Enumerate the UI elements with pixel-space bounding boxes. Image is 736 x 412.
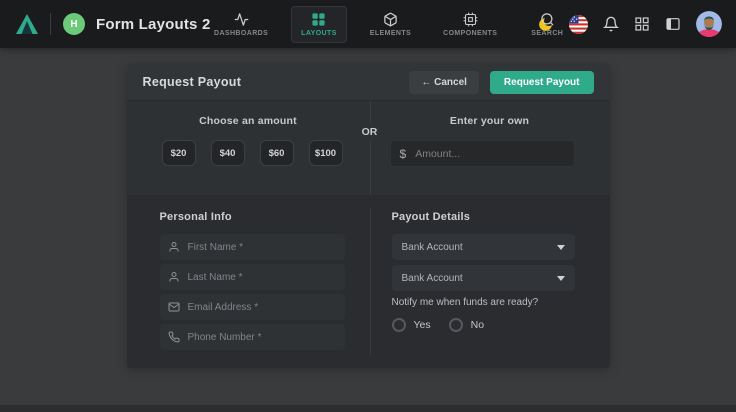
notify-radio-group: Yes No	[392, 318, 610, 332]
phone-input[interactable]	[188, 332, 337, 343]
enter-your-own-label: Enter your own	[370, 115, 610, 127]
chevron-down-icon	[557, 245, 565, 250]
amount-divider	[370, 101, 371, 195]
select-value: Bank Account	[402, 273, 557, 284]
payout-details-column: Payout Details Bank Account Bank Account…	[370, 195, 610, 368]
enter-amount-column: Enter your own $	[370, 101, 610, 195]
nav-label-elements: ELEMENTS	[370, 30, 411, 37]
phone-icon	[168, 331, 180, 343]
email-field[interactable]	[160, 294, 345, 320]
person-icon	[168, 271, 180, 283]
person-icon	[168, 241, 180, 253]
footer-strip	[0, 405, 736, 412]
first-name-input[interactable]	[188, 242, 337, 253]
personal-info-heading: Personal Info	[160, 211, 370, 223]
forms-divider	[370, 207, 371, 356]
card-title: Request Payout	[143, 75, 242, 89]
notify-yes-radio[interactable]: Yes	[392, 318, 431, 332]
dollar-sign-icon: $	[400, 147, 407, 161]
chip-icon	[463, 12, 478, 27]
logo-triangle-icon	[15, 12, 39, 36]
apps-grid-icon[interactable]	[634, 16, 650, 32]
cancel-button[interactable]: ← Cancel	[409, 71, 479, 94]
sidebar-toggle-icon[interactable]	[665, 16, 681, 32]
nav-item-components[interactable]: COMPONENTS	[434, 7, 506, 42]
nav-item-search[interactable]: SEARCH	[520, 7, 574, 42]
custom-amount-field[interactable]: $	[390, 140, 575, 167]
last-name-field[interactable]	[160, 264, 345, 290]
select-value: Bank Account	[402, 242, 557, 253]
activity-icon	[234, 12, 249, 27]
nav-label-dashboards: DASHBOARDS	[214, 30, 268, 37]
amount-section: Choose an amount $20 $40 $60 $100 OR Ent…	[127, 100, 610, 195]
or-label: OR	[358, 123, 382, 141]
nav-label-components: COMPONENTS	[443, 30, 497, 37]
last-name-input[interactable]	[188, 272, 337, 283]
cube-icon	[383, 12, 398, 27]
email-input[interactable]	[188, 302, 337, 313]
choose-amount-column: Choose an amount $20 $40 $60 $100	[127, 101, 370, 195]
choose-amount-label: Choose an amount	[127, 115, 370, 127]
preset-amount-button[interactable]: $100	[309, 140, 343, 166]
email-icon	[168, 301, 180, 313]
user-initial-chip[interactable]: H	[63, 13, 85, 35]
card-header-actions: ← Cancel Request Payout	[409, 71, 593, 94]
top-navbar: H Form Layouts 2 DASHBOARDS LAYOUTS E	[0, 0, 736, 48]
nav-item-layouts[interactable]: LAYOUTS	[291, 6, 347, 43]
main-nav: DASHBOARDS LAYOUTS ELEMENTS	[205, 0, 574, 48]
bank-account-select-2[interactable]: Bank Account	[392, 265, 575, 291]
notify-no-radio[interactable]: No	[449, 318, 484, 332]
nav-label-search: SEARCH	[531, 30, 563, 37]
app-logo[interactable]	[14, 11, 40, 37]
notifications-bell-icon[interactable]	[603, 16, 619, 32]
user-avatar[interactable]	[696, 11, 722, 37]
payout-details-heading: Payout Details	[392, 211, 610, 223]
notify-question-label: Notify me when funds are ready?	[392, 297, 610, 308]
personal-info-column: Personal Info	[127, 195, 370, 368]
main-content: Request Payout ← Cancel Request Payout C…	[0, 48, 736, 368]
page-title: Form Layouts 2	[96, 16, 211, 33]
request-payout-button[interactable]: Request Payout	[490, 71, 594, 94]
request-payout-card: Request Payout ← Cancel Request Payout C…	[127, 64, 610, 368]
navbar-divider	[50, 13, 51, 35]
search-icon	[540, 12, 555, 27]
amount-input[interactable]	[415, 148, 564, 160]
radio-label: Yes	[414, 319, 431, 331]
nav-label-layouts: LAYOUTS	[301, 30, 337, 37]
nav-item-dashboards[interactable]: DASHBOARDS	[205, 7, 277, 42]
preset-amount-button[interactable]: $60	[260, 140, 294, 166]
radio-label: No	[471, 319, 484, 331]
first-name-field[interactable]	[160, 234, 345, 260]
bank-account-select-1[interactable]: Bank Account	[392, 234, 575, 260]
preset-amount-button[interactable]: $20	[162, 140, 196, 166]
card-header: Request Payout ← Cancel Request Payout	[127, 64, 610, 100]
preset-amount-button[interactable]: $40	[211, 140, 245, 166]
chevron-down-icon	[557, 276, 565, 281]
radio-circle-icon	[392, 318, 406, 332]
layout-grid-icon	[311, 12, 326, 27]
nav-item-elements[interactable]: ELEMENTS	[361, 7, 420, 42]
forms-section: Personal Info	[127, 195, 610, 368]
preset-amounts: $20 $40 $60 $100	[162, 140, 370, 166]
phone-field[interactable]	[160, 324, 345, 350]
radio-circle-icon	[449, 318, 463, 332]
